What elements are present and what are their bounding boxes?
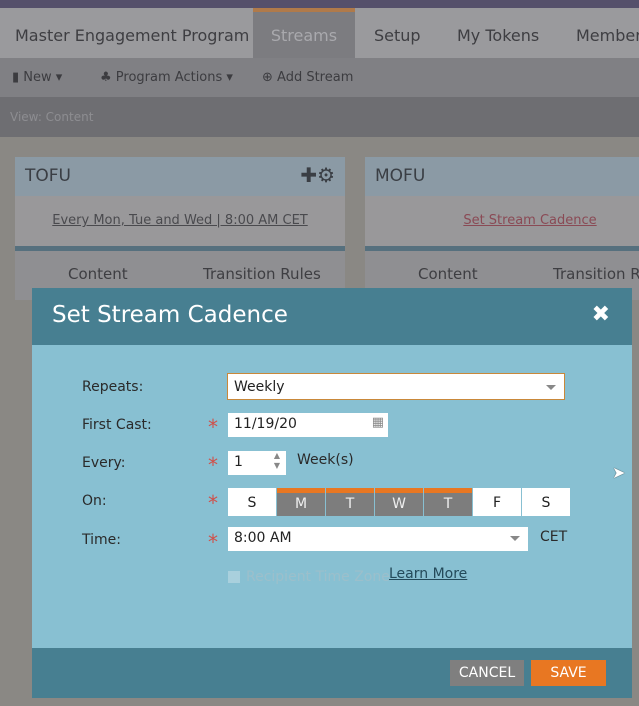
cadence-link[interactable]: Every Mon, Tue and Wed | 8:00 AM CET	[15, 196, 345, 246]
stream-panel-tofu: TOFU ✚⚙ Every Mon, Tue and Wed | 8:00 AM…	[15, 157, 345, 307]
program-actions-button[interactable]: ♣ Program Actions ▾	[100, 70, 233, 85]
tab-content[interactable]: Content	[418, 265, 478, 283]
new-button[interactable]: ▮ New ▾	[12, 70, 62, 85]
spinner-icon[interactable]: ▲ ▼	[274, 451, 280, 471]
tab-bar: Master Engagement Program Streams Setup …	[0, 8, 639, 58]
tab-streams[interactable]: Streams	[253, 8, 355, 58]
calendar-icon[interactable]: ▦	[372, 415, 384, 430]
dialog-title: Set Stream Cadence	[52, 302, 288, 328]
day-toggle[interactable]: T	[326, 488, 374, 516]
day-toggle[interactable]: S	[522, 488, 570, 516]
set-stream-cadence-dialog: Set Stream Cadence ✖ Repeats: Weekly Fir…	[32, 288, 632, 698]
required-icon: *	[208, 530, 218, 554]
required-icon: *	[208, 491, 218, 515]
repeats-select[interactable]: Weekly	[227, 373, 565, 400]
tab-setup[interactable]: Setup	[374, 8, 421, 58]
tab-program[interactable]: Master Engagement Program	[15, 8, 249, 58]
cancel-button[interactable]: CANCEL	[450, 660, 524, 686]
top-bar	[0, 0, 639, 8]
add-stream-button[interactable]: ⊕ Add Stream	[262, 70, 353, 85]
set-cadence-link[interactable]: Set Stream Cadence	[365, 196, 639, 246]
cursor-icon: ➤	[612, 463, 626, 482]
tab-content[interactable]: Content	[68, 265, 128, 283]
view-bar: View: Content	[0, 97, 639, 137]
first-cast-label: First Cast:	[82, 417, 152, 433]
recipient-timezone-checkbox[interactable]	[228, 571, 240, 583]
close-icon[interactable]: ✖	[592, 302, 610, 327]
chevron-down-icon	[546, 385, 556, 390]
view-dropdown[interactable]: View: Content	[10, 110, 93, 124]
every-stepper[interactable]: 1 ▲ ▼	[228, 451, 286, 475]
day-toggle[interactable]: T	[424, 488, 472, 516]
required-icon: *	[208, 415, 218, 439]
time-select[interactable]: 8:00 AM	[228, 527, 528, 551]
save-button[interactable]: SAVE	[531, 660, 606, 686]
dialog-footer: CANCEL SAVE	[32, 648, 632, 698]
panel-header: TOFU ✚⚙	[15, 157, 345, 196]
dialog-header: Set Stream Cadence ✖	[32, 288, 632, 345]
day-toggle[interactable]: M	[277, 488, 325, 516]
toolbar: ▮ New ▾ ♣ Program Actions ▾ ⊕ Add Stream	[0, 58, 639, 97]
tab-members[interactable]: Member	[576, 8, 639, 58]
panel-header: MOFU	[365, 157, 639, 196]
add-gear-icons[interactable]: ✚⚙	[300, 165, 335, 185]
tab-transition-rules[interactable]: Transition Rules	[203, 265, 321, 283]
tab-my-tokens[interactable]: My Tokens	[457, 8, 539, 58]
time-label: Time:	[82, 532, 121, 548]
first-cast-input[interactable]: 11/19/20 ▦	[228, 413, 388, 437]
day-toggle[interactable]: F	[473, 488, 521, 516]
repeats-label: Repeats:	[82, 379, 144, 395]
day-toggle[interactable]: S	[228, 488, 276, 516]
learn-more-link[interactable]: Learn More	[389, 566, 467, 582]
every-label: Every:	[82, 455, 126, 471]
chevron-down-icon	[510, 536, 520, 541]
timezone-label: CET	[540, 529, 568, 545]
tab-transition-rules[interactable]: Transition R	[553, 265, 639, 283]
required-icon: *	[208, 453, 218, 477]
on-label: On:	[82, 493, 107, 509]
stream-panel-mofu: MOFU Set Stream Cadence Content Transitio…	[365, 157, 639, 307]
recipient-timezone-label: Recipient Time Zone	[246, 569, 390, 585]
day-toggle[interactable]: W	[375, 488, 423, 516]
weeks-unit: Week(s)	[297, 452, 354, 468]
